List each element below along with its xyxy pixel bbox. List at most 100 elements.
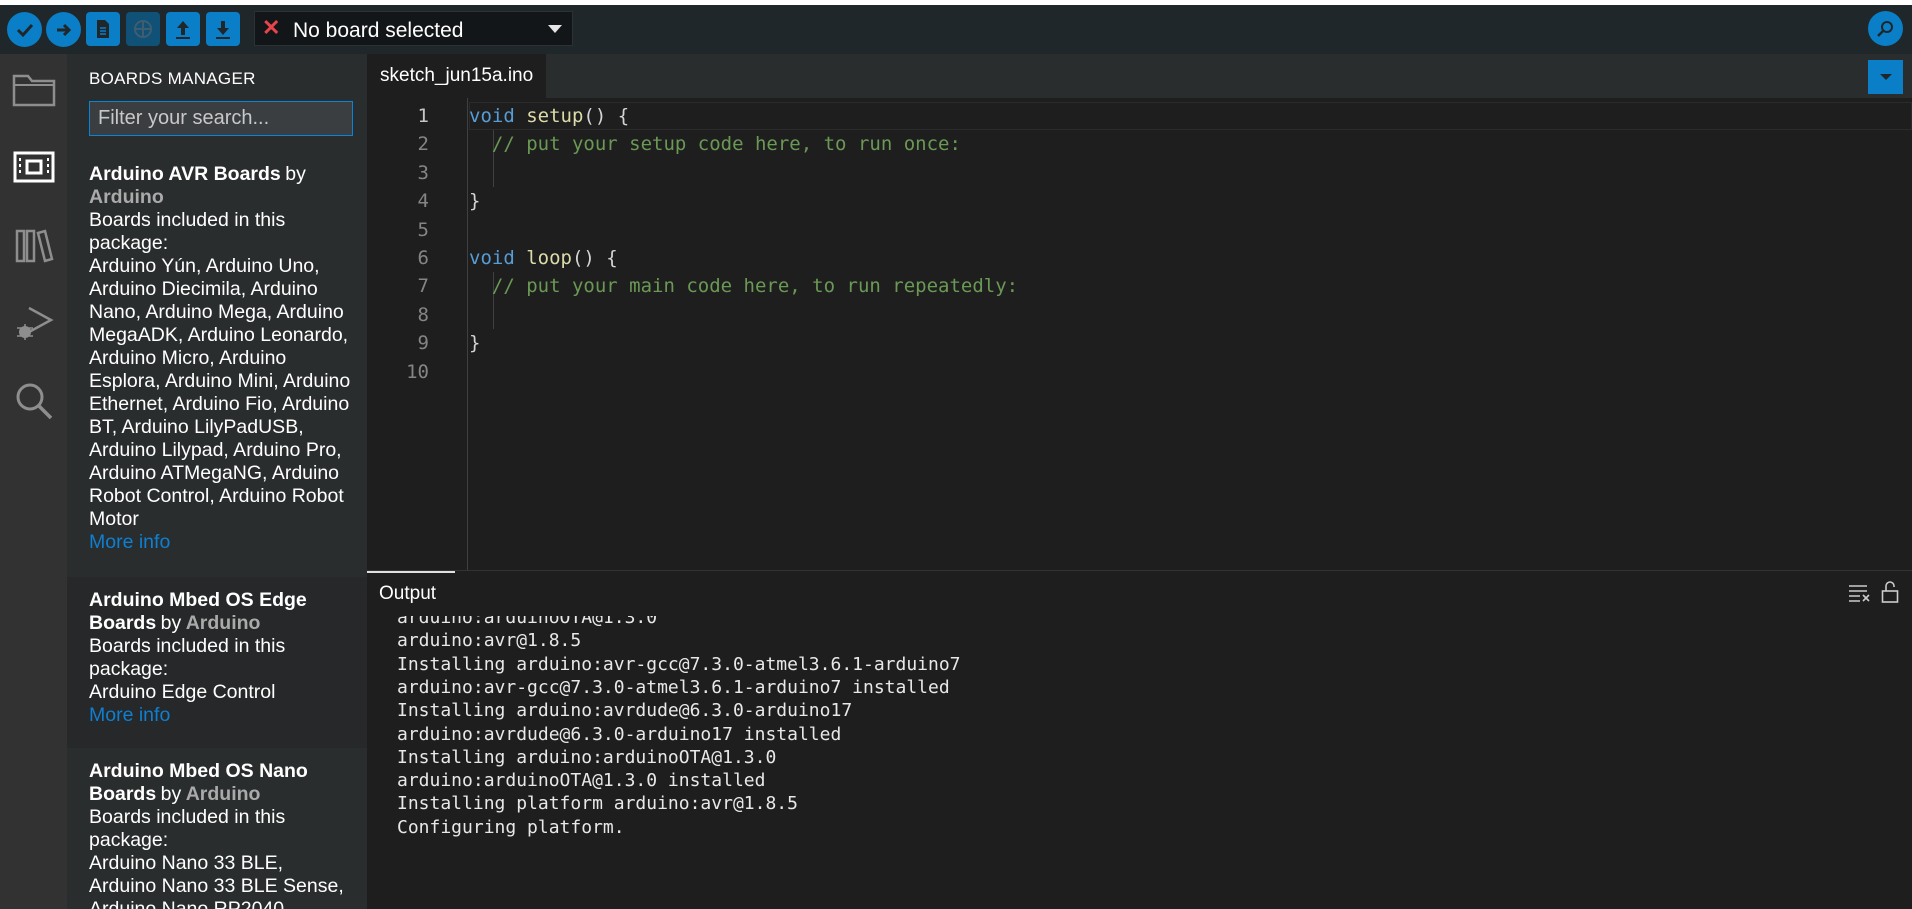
folder-icon [12, 74, 55, 107]
code-token: } [469, 190, 481, 212]
line-number: 5 [417, 219, 429, 241]
code-line: void loop() { [469, 244, 618, 272]
scroll-lock-button[interactable] [1881, 580, 1899, 609]
description-line: Arduino Nano RP2040 [89, 898, 285, 909]
description-line: Boards included in this [89, 635, 286, 657]
package-name: Boards [89, 783, 157, 805]
line-number: 6 [417, 247, 429, 269]
arduino-ide-window: ✕ No board selected BOARDS MANAGER Ardui… [0, 0, 1912, 909]
clear-output-button[interactable] [1848, 583, 1870, 608]
x-icon: ✕ [262, 15, 281, 40]
save-icon [216, 21, 230, 39]
package-description: Boards included in this package: Arduino… [89, 635, 351, 704]
code-token: () { [583, 105, 630, 127]
tab-menu-button[interactable] [1868, 60, 1903, 94]
open-icon [176, 21, 190, 39]
code-line: void setup() { [469, 102, 629, 130]
description-line: Ethernet, Arduino Fio, Arduino [89, 393, 350, 415]
search-input[interactable] [89, 101, 353, 136]
by-label: by [160, 612, 182, 634]
tab-sketch-file[interactable]: sketch_jun15a.ino [367, 54, 547, 98]
description-line: BT, Arduino LilyPadUSB, [89, 416, 304, 438]
description-line: Boards included in this [89, 806, 286, 828]
code-line: // put your main code here, to run repea… [469, 272, 1018, 300]
more-info-link[interactable]: More info [89, 704, 351, 727]
description-line: Arduino Micro, Arduino [89, 347, 287, 369]
more-info-link[interactable]: More info [89, 531, 351, 554]
description-line: Esplora, Arduino Mini, Arduino [89, 370, 351, 392]
line-number: 1 [417, 105, 429, 127]
by-label: by [285, 163, 306, 185]
panel-title: BOARDS MANAGER [89, 69, 256, 88]
chevron-down-icon [1879, 74, 1892, 80]
lock-open-icon [1881, 581, 1899, 603]
code-token: void [469, 247, 515, 269]
gutter-divider [467, 98, 468, 570]
search-icon [16, 383, 52, 420]
description-line: Arduino ATMegaNG, Arduino [89, 462, 340, 484]
board-selector-label: No board selected [293, 19, 464, 42]
package-author: Arduino [185, 783, 261, 805]
current-line-highlight [469, 102, 1912, 130]
description-line: package: [89, 232, 169, 254]
board-package-card[interactable]: Arduino Mbed OS Nano Boards by Arduino B… [67, 748, 367, 909]
description-line: Arduino Edge Control [89, 681, 276, 703]
code-line: } [469, 329, 480, 357]
code-token: () { [571, 247, 618, 269]
output-console[interactable]: arduino:arduinoOTA@1.3.0 arduino:avr@1.8.… [367, 616, 1912, 909]
description-line: Arduino Yún, Arduino Uno, [89, 255, 320, 277]
description-line: Boards included in this [89, 209, 286, 231]
sketchbook-button[interactable] [0, 59, 67, 119]
boards-manager-button[interactable] [0, 137, 67, 197]
debug-icon [134, 20, 152, 38]
description-line: Arduino Lilypad, Arduino Pro, [89, 439, 342, 461]
open-button[interactable] [166, 12, 200, 46]
board-selector[interactable]: ✕ No board selected [254, 11, 573, 46]
boards-manager-panel: BOARDS MANAGER Arduino AVR Boards by Ard… [67, 54, 367, 909]
save-button[interactable] [206, 12, 240, 46]
code-token: setup [526, 105, 584, 127]
search-panel-button[interactable] [0, 371, 67, 431]
verify-button[interactable] [7, 12, 42, 47]
description-line: Arduino Nano 33 BLE Sense, [89, 875, 344, 897]
debug-panel-button[interactable] [0, 293, 67, 353]
package-title: Arduino AVR Boards by [89, 163, 351, 186]
description-line: Nano, Arduino Mega, Arduino [89, 301, 344, 323]
package-name: Boards [89, 612, 157, 634]
output-panel-header: Output [367, 570, 1912, 617]
debug-button[interactable] [126, 12, 160, 46]
description-line: Arduino Diecimila, Arduino [89, 278, 318, 300]
code-token: // put your main code here, to run repea… [491, 275, 1019, 297]
upload-button[interactable] [46, 12, 81, 47]
serial-monitor-icon [1876, 20, 1893, 37]
code-line: // put your setup code here, to run once… [469, 130, 961, 158]
editor-tab-bar: sketch_jun15a.ino [367, 54, 1912, 98]
boards-manager-icon [13, 151, 54, 183]
code-editor[interactable] [367, 98, 1912, 570]
description-line: Motor [89, 508, 139, 530]
board-package-card[interactable]: Arduino AVR Boards by Arduino Boards inc… [67, 151, 367, 577]
tab-output[interactable]: Output [379, 583, 436, 605]
line-number: 9 [417, 332, 429, 354]
package-description: Boards included in this package: Arduino… [89, 209, 351, 531]
code-token: // put your setup code here, to run once… [491, 133, 961, 155]
serial-monitor-button[interactable] [1868, 11, 1903, 46]
board-package-card[interactable]: Arduino Mbed OS Edge Boards by Arduino B… [67, 577, 367, 748]
by-label: by [160, 783, 182, 805]
new-sketch-icon [97, 20, 109, 38]
clear-output-icon [1849, 585, 1870, 602]
library-manager-button[interactable] [0, 215, 67, 275]
description-line: Arduino Nano 33 BLE, [89, 852, 284, 874]
description-line: Robot Control, Arduino Robot [89, 485, 344, 507]
upload-icon [56, 23, 71, 36]
new-sketch-button[interactable] [86, 12, 120, 46]
package-name: Arduino AVR Boards [89, 163, 281, 185]
line-number: 7 [417, 275, 429, 297]
package-description: Boards included in this package: Arduino… [89, 806, 351, 909]
description-line: package: [89, 658, 169, 680]
line-number: 2 [417, 133, 429, 155]
output-tab-indicator [367, 571, 455, 573]
